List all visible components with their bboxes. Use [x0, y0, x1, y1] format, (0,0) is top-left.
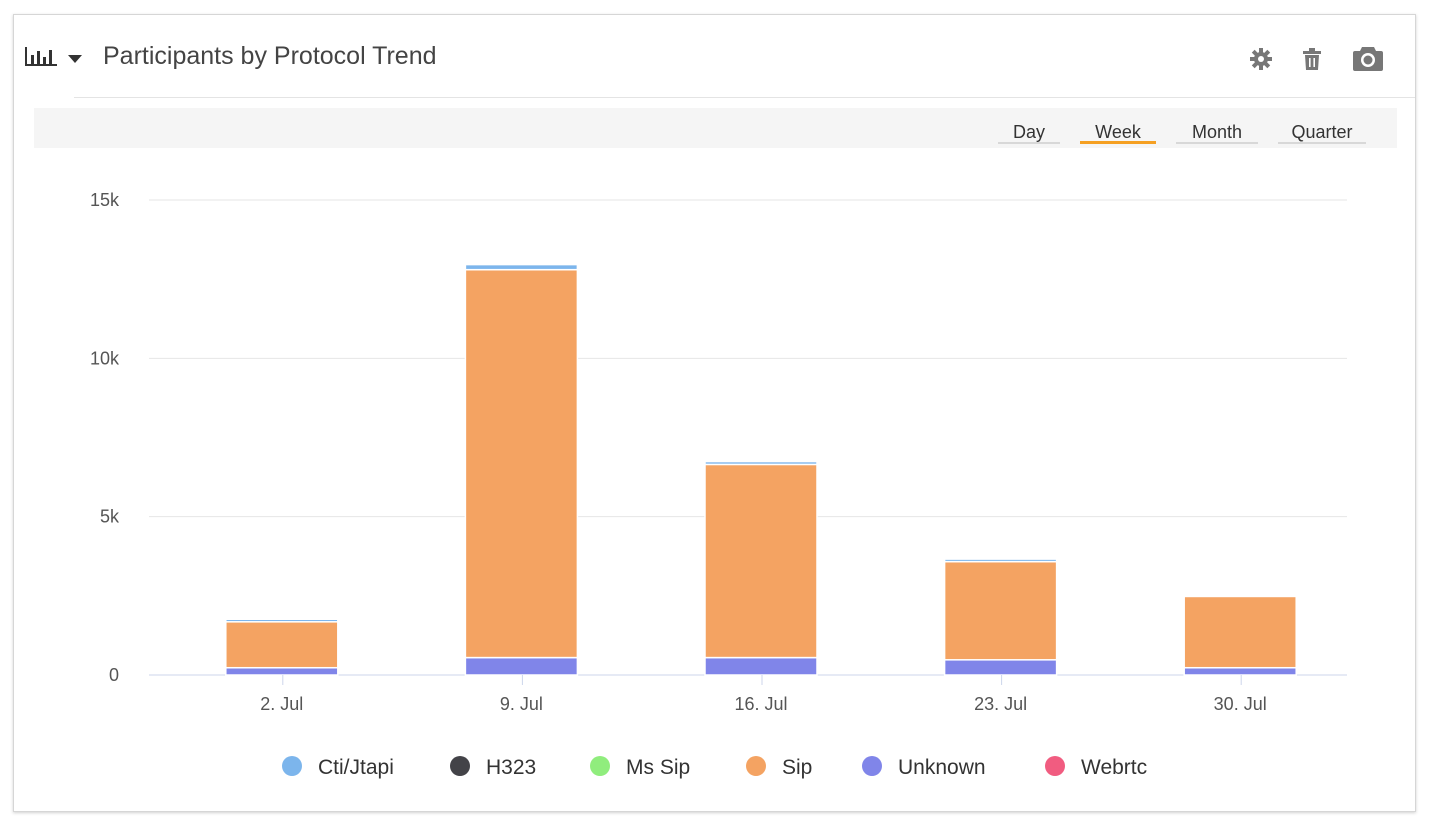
bar-sip: [1183, 595, 1297, 669]
x-tick-label: 2. Jul: [260, 694, 303, 714]
bar-cti-jtapi: [464, 263, 579, 271]
legend-item[interactable]: Webrtc: [1045, 756, 1147, 779]
bar-unknown: [225, 666, 339, 676]
legend-swatch: [450, 756, 470, 776]
y-tick-label: 10k: [90, 348, 120, 368]
legend-item[interactable]: Sip: [746, 756, 812, 779]
legend-item[interactable]: Unknown: [862, 756, 986, 779]
legend-label: H323: [486, 756, 536, 779]
legend-item[interactable]: Cti/Jtapi: [282, 756, 394, 779]
x-tick-label: 16. Jul: [734, 694, 787, 714]
bar-cti-jtapi: [225, 618, 339, 623]
bar-unknown: [1183, 666, 1297, 676]
x-tick-label: 9. Jul: [500, 694, 543, 714]
bar-unknown: [943, 659, 1058, 676]
legend-swatch: [282, 756, 302, 776]
x-tick-label: 23. Jul: [974, 694, 1027, 714]
chart-panel: Participants by Protocol Trend Day Week …: [13, 14, 1416, 812]
bar-unknown: [464, 656, 579, 676]
legend-item[interactable]: Ms Sip: [590, 756, 690, 779]
bar-sip: [943, 560, 1058, 661]
legend-swatch: [862, 756, 882, 776]
legend-swatch: [590, 756, 610, 776]
legend-label: Ms Sip: [626, 756, 690, 779]
stacked-bar-chart: 0 5k 10k 15k 2. Jul 9. Jul 16. Jul 23. Jul 30. J…: [90, 190, 1347, 779]
x-tick-label: 30. Jul: [1214, 694, 1267, 714]
y-tick-label: 5k: [100, 507, 120, 527]
bar-sip: [225, 621, 339, 669]
y-tick-label: 0: [109, 665, 119, 685]
legend-label: Webrtc: [1081, 756, 1147, 779]
legend-swatch: [746, 756, 766, 776]
bar-sip: [704, 463, 818, 659]
bar-sip: [464, 268, 579, 659]
legend-label: Sip: [782, 756, 812, 779]
legend-item[interactable]: H323: [450, 756, 536, 779]
y-tick-label: 15k: [90, 190, 120, 210]
legend-label: Cti/Jtapi: [318, 756, 394, 779]
bar-cti-jtapi: [704, 460, 818, 466]
bar-cti-jtapi: [943, 558, 1058, 563]
bar-unknown: [704, 656, 818, 676]
legend-swatch: [1045, 756, 1065, 776]
legend-label: Unknown: [898, 756, 986, 779]
